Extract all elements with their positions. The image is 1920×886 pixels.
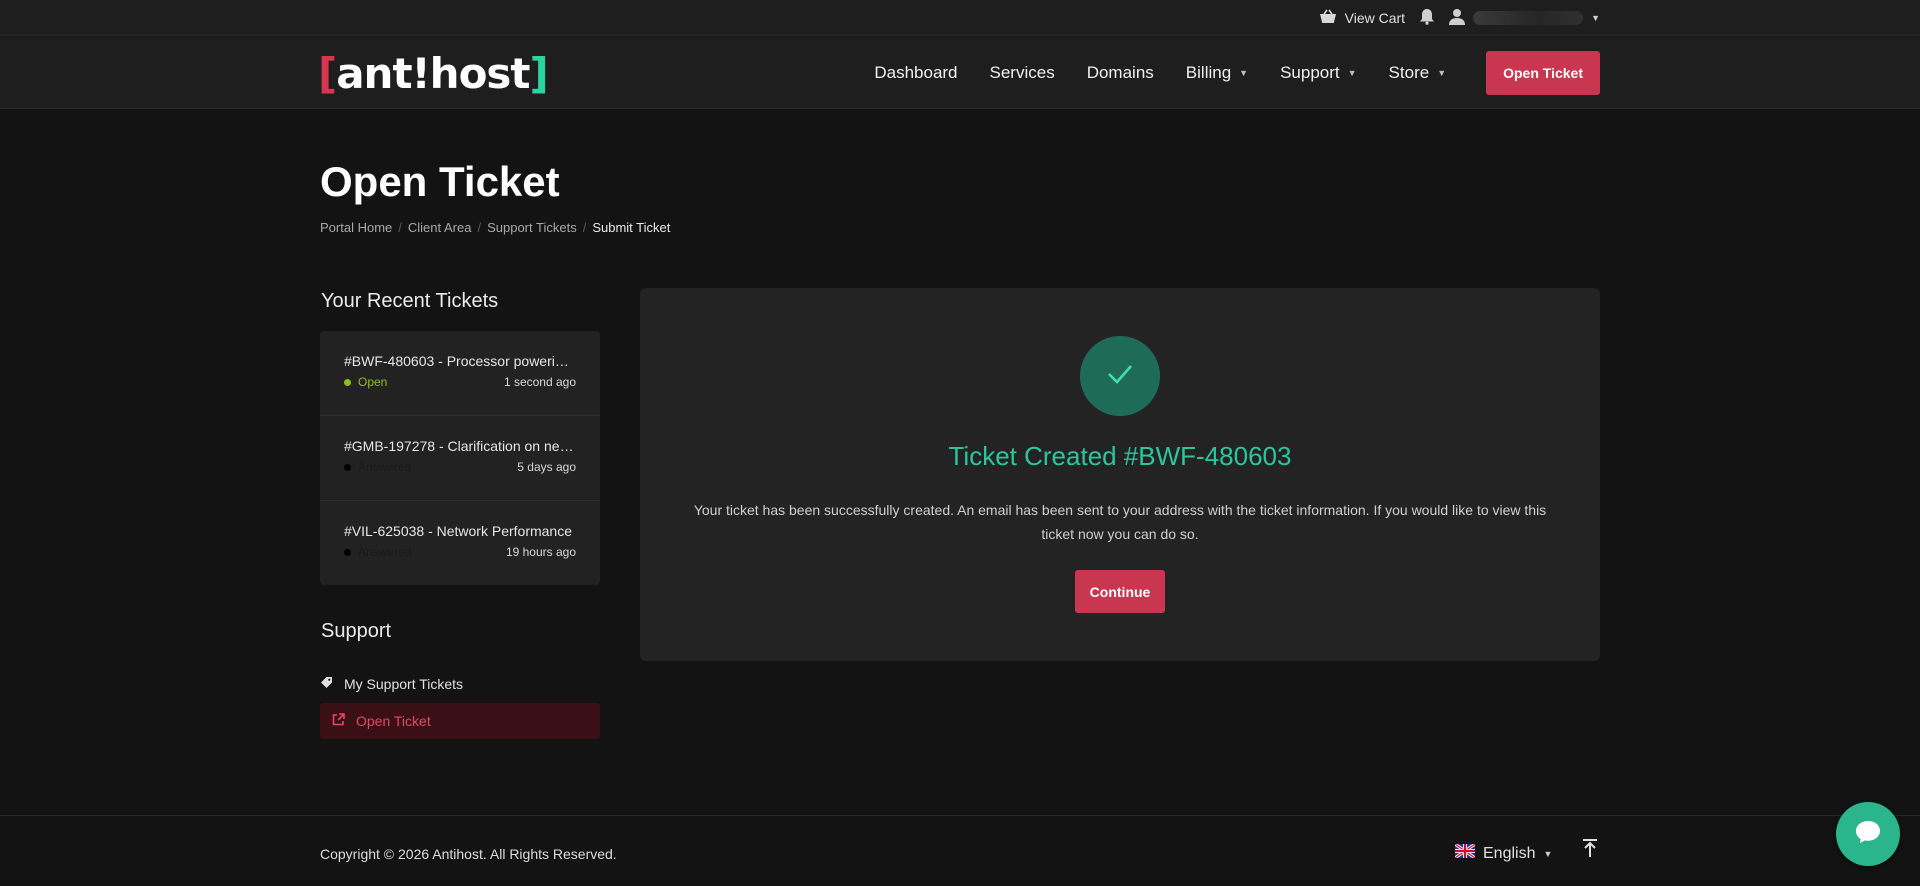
breadcrumb-separator: / — [582, 220, 587, 235]
chat-widget-button[interactable] — [1836, 802, 1900, 866]
top-utility-bar: View Cart ▼ — [0, 0, 1920, 36]
list-item[interactable]: #BWF-480603 - Processor powering issue O… — [320, 331, 600, 416]
ticket-time: 5 days ago — [517, 460, 576, 474]
ticket-time: 19 hours ago — [505, 545, 576, 559]
breadcrumb-separator: / — [477, 220, 482, 235]
logo-bracket-right: ] — [529, 48, 549, 98]
breadcrumb: Portal Home / Client Area / Support Tick… — [320, 220, 670, 235]
status-label: Open — [358, 375, 388, 389]
user-icon — [1449, 8, 1466, 28]
support-links: My Support Tickets Open Ticket — [320, 666, 600, 739]
logo-bracket-left: [ — [318, 48, 337, 98]
ticket-created-heading: Ticket Created #BWF-480603 — [948, 441, 1292, 471]
basket-icon — [1319, 9, 1337, 28]
bell-icon — [1419, 8, 1435, 28]
breadcrumb-client-area[interactable]: Client Area — [408, 220, 472, 235]
ticket-title: #BWF-480603 - Processor powering issue — [344, 353, 576, 369]
ticket-meta: Open 1 second ago — [344, 375, 576, 389]
success-badge — [1080, 336, 1160, 416]
recent-tickets-list: #BWF-480603 - Processor powering issue O… — [320, 331, 600, 585]
list-item[interactable]: #GMB-197278 - Clarification on network A… — [320, 416, 600, 501]
page-title: Open Ticket — [320, 158, 560, 205]
status-dot — [344, 548, 351, 556]
status-badge: Answered — [344, 545, 411, 559]
nav-billing-label: Billing — [1185, 63, 1232, 82]
breadcrumb-submit-ticket: Submit Ticket — [592, 220, 671, 235]
ticket-created-card: Ticket Created #BWF-480603 Your ticket h… — [640, 288, 1600, 661]
ticket-icon — [320, 676, 333, 692]
nav-dashboard-label: Dashboard — [874, 63, 958, 82]
view-cart-link[interactable]: View Cart — [1319, 9, 1405, 28]
language-selector[interactable]: English ▼ — [1454, 842, 1553, 863]
user-name-redacted — [1473, 11, 1584, 25]
nav-store-label: Store — [1388, 63, 1430, 82]
nav-services[interactable]: Services — [974, 63, 1071, 83]
list-item[interactable]: #VIL-625038 - Network Performance Answer… — [320, 501, 600, 585]
open-ticket-link-label: Open Ticket — [356, 713, 431, 729]
view-cart-label: View Cart — [1344, 10, 1406, 26]
status-badge: Open — [344, 375, 387, 389]
main-navbar: [ ant!host ] Dashboard Services Domains … — [0, 37, 1920, 109]
breadcrumb-separator: / — [398, 220, 402, 235]
nav-support-label: Support — [1280, 63, 1340, 82]
nav-links: Dashboard Services Domains Billing ▼ Supp… — [858, 37, 1600, 109]
copyright-text: Copyright © 2026 Antihost. All Rights Re… — [320, 846, 617, 862]
site-logo[interactable]: [ ant!host ] — [318, 48, 549, 98]
user-menu[interactable]: ▼ — [1449, 8, 1600, 28]
status-dot — [344, 463, 351, 471]
chat-bubble-icon — [1854, 819, 1882, 850]
check-icon — [1107, 364, 1133, 389]
status-dot — [344, 378, 351, 386]
nav-dashboard[interactable]: Dashboard — [858, 63, 973, 83]
open-ticket-button[interactable]: Open Ticket — [1486, 51, 1600, 95]
back-to-top-button[interactable] — [1582, 838, 1598, 863]
nav-services-label: Services — [989, 63, 1055, 82]
status-label: Answered — [358, 545, 412, 559]
logo-text: ant!host — [336, 48, 530, 98]
continue-button[interactable]: Continue — [1075, 570, 1165, 613]
nav-store[interactable]: Store ▼ — [1373, 63, 1463, 83]
ticket-created-message: Your ticket has been successfully create… — [693, 502, 1547, 542]
status-label: Answered — [358, 460, 412, 474]
chevron-down-icon: ▼ — [1543, 848, 1553, 859]
open-ticket-link[interactable]: Open Ticket — [320, 703, 600, 739]
nav-billing[interactable]: Billing ▼ — [1170, 63, 1264, 83]
my-support-tickets-link[interactable]: My Support Tickets — [320, 666, 600, 702]
nav-domains-label: Domains — [1086, 63, 1154, 82]
chevron-down-icon: ▼ — [1591, 13, 1600, 23]
ticket-meta: Answered 19 hours ago — [344, 545, 576, 559]
support-heading: Support — [321, 620, 392, 642]
chevron-down-icon: ▼ — [1347, 68, 1357, 78]
nav-support[interactable]: Support ▼ — [1264, 63, 1372, 83]
ticket-meta: Answered 5 days ago — [344, 460, 576, 474]
chevron-down-icon: ▼ — [1437, 68, 1447, 78]
nav-domains[interactable]: Domains — [1071, 63, 1170, 83]
status-badge: Answered — [344, 460, 411, 474]
external-link-icon — [332, 713, 345, 729]
topbar-right: View Cart ▼ — [1319, 0, 1600, 36]
my-support-tickets-label: My Support Tickets — [344, 676, 464, 692]
arrow-up-icon — [1582, 839, 1598, 862]
breadcrumb-portal-home[interactable]: Portal Home — [320, 220, 392, 235]
chevron-down-icon: ▼ — [1239, 68, 1249, 78]
recent-tickets-heading: Your Recent Tickets — [321, 290, 499, 312]
notifications-button[interactable] — [1419, 8, 1435, 28]
ticket-title: #GMB-197278 - Clarification on network — [344, 438, 576, 454]
uk-flag-icon — [1454, 842, 1476, 863]
language-label: English — [1483, 844, 1536, 862]
ticket-title: #VIL-625038 - Network Performance — [344, 523, 572, 539]
breadcrumb-support-tickets[interactable]: Support Tickets — [487, 220, 577, 235]
footer: Copyright © 2026 Antihost. All Rights Re… — [0, 815, 1920, 886]
ticket-time: 1 second ago — [503, 375, 576, 389]
